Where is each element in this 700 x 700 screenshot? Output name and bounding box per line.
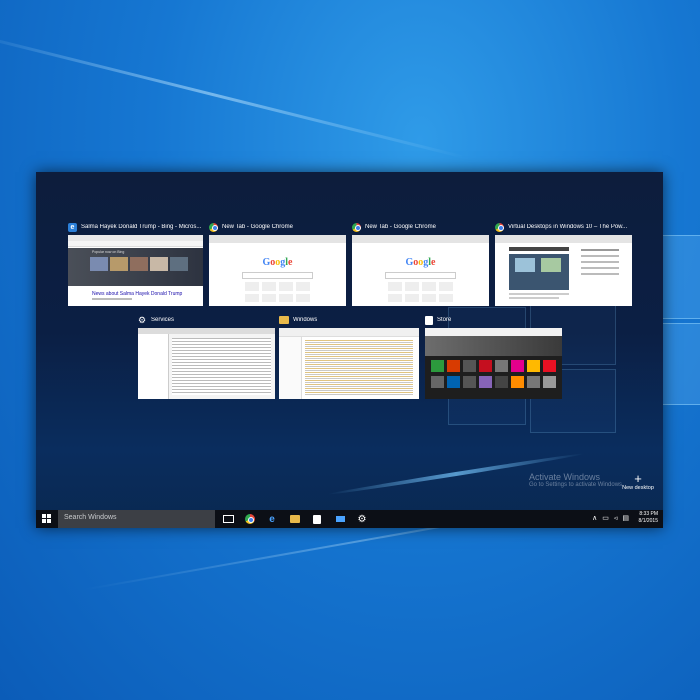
thumbnail-title: Windows — [293, 317, 318, 323]
window-thumbnail-services[interactable]: ⚙ Services — [138, 313, 275, 399]
google-logo: Google — [405, 257, 436, 268]
volume-icon[interactable]: ◃ — [614, 514, 618, 522]
edge-taskbar-icon[interactable]: e — [266, 513, 278, 525]
thumbnail-title: Salma Hayek Donald Trump - Bing - Micros… — [81, 224, 202, 230]
taskbar: Search Windows e ⚙ ∧ ▭ ◃ ▤ 8:33 PM 8/1/2… — [36, 510, 663, 528]
thumbnail-preview: Google — [352, 235, 489, 306]
chrome-icon — [352, 222, 361, 232]
chrome-icon — [495, 222, 504, 232]
thumbnail-preview — [425, 328, 562, 399]
window-thumbnail-store[interactable]: Store — [425, 313, 562, 399]
window-thumbnail-chrome-3[interactable]: Virtual Desktops in Windows 10 – The Pow… — [495, 220, 632, 306]
activate-windows-watermark: Activate Windows Go to Settings to activ… — [529, 472, 624, 488]
desktop-light-beam — [0, 30, 465, 159]
services-taskbar-icon[interactable]: ⚙ — [356, 513, 368, 525]
edge-icon: e — [68, 222, 77, 232]
bing-news-heading: News about Salma Hayek Donald Trump — [92, 291, 183, 297]
store-taskbar-icon[interactable] — [311, 513, 323, 525]
network-icon[interactable]: ▭ — [602, 514, 609, 522]
chrome-taskbar-icon[interactable] — [244, 513, 256, 525]
thumbnail-preview — [495, 235, 632, 306]
task-view-screen: e Salma Hayek Donald Trump - Bing - Micr… — [36, 172, 663, 528]
thumbnail-title: Store — [437, 317, 452, 323]
activate-windows-title: Activate Windows — [529, 472, 601, 482]
thumbnail-title: New Tab - Google Chrome — [222, 224, 293, 230]
google-logo: Google — [262, 257, 293, 268]
chrome-icon — [209, 222, 218, 232]
thumbnail-header: New Tab - Google Chrome — [209, 220, 293, 234]
google-search-box — [384, 272, 457, 279]
explorer-taskbar-icon[interactable] — [289, 513, 301, 525]
gear-icon: ⚙ — [138, 314, 147, 325]
thumbnail-header: New Tab - Google Chrome — [352, 220, 436, 234]
taskbar-search-box[interactable]: Search Windows — [58, 510, 215, 528]
thumbnail-header: e Salma Hayek Donald Trump - Bing - Micr… — [68, 220, 201, 234]
thumbnail-header: Store — [425, 313, 451, 327]
window-thumbnail-explorer[interactable]: Windows — [279, 313, 419, 399]
thumbnail-preview — [138, 328, 275, 399]
activate-windows-subtitle: Go to Settings to activate Windows. — [529, 482, 624, 488]
thumbnail-title: Services — [151, 317, 175, 323]
thumbnail-title: Virtual Desktops in Windows 10 – The Pow… — [508, 224, 628, 230]
most-visited-tiles — [244, 282, 311, 302]
store-bag-icon — [425, 315, 433, 325]
new-desktop-label: New desktop — [622, 485, 654, 491]
thumbnail-header: ⚙ Services — [138, 313, 174, 327]
action-center-icon[interactable]: ▤ — [622, 514, 629, 522]
bing-section-label: Popular now on Bing — [92, 250, 125, 254]
system-tray: ∧ ▭ ◃ ▤ — [592, 514, 629, 522]
mail-taskbar-icon[interactable] — [334, 513, 346, 525]
folder-icon — [279, 316, 289, 324]
clock-date: 8/1/2015 — [638, 518, 658, 524]
thumbnail-header: Windows — [279, 313, 317, 327]
google-search-box — [241, 272, 314, 279]
new-desktop-button[interactable]: + New desktop — [618, 472, 658, 491]
window-thumbnail-edge[interactable]: e Salma Hayek Donald Trump - Bing - Micr… — [68, 220, 203, 306]
most-visited-tiles — [387, 282, 454, 302]
start-button[interactable] — [42, 514, 52, 524]
thumbnail-preview: Google — [209, 235, 346, 306]
window-thumbnail-chrome-2[interactable]: New Tab - Google Chrome Google — [352, 220, 489, 306]
thumbnail-preview: Popular now on Bing News about Salma Hay… — [68, 235, 203, 306]
task-view-icon[interactable] — [222, 513, 234, 525]
taskbar-clock[interactable]: 8:33 PM 8/1/2015 — [639, 511, 658, 525]
desktop-window-logo-fragment — [662, 235, 700, 405]
thumbnail-header: Virtual Desktops in Windows 10 – The Pow… — [495, 220, 627, 234]
search-placeholder: Search Windows — [64, 514, 117, 521]
thumbnail-title: New Tab - Google Chrome — [365, 224, 436, 230]
thumbnail-preview — [279, 328, 419, 399]
chevron-up-icon[interactable]: ∧ — [592, 514, 597, 522]
plus-icon: + — [634, 471, 642, 486]
clock-time: 8:33 PM — [639, 511, 658, 517]
window-thumbnail-chrome-1[interactable]: New Tab - Google Chrome Google — [209, 220, 346, 306]
